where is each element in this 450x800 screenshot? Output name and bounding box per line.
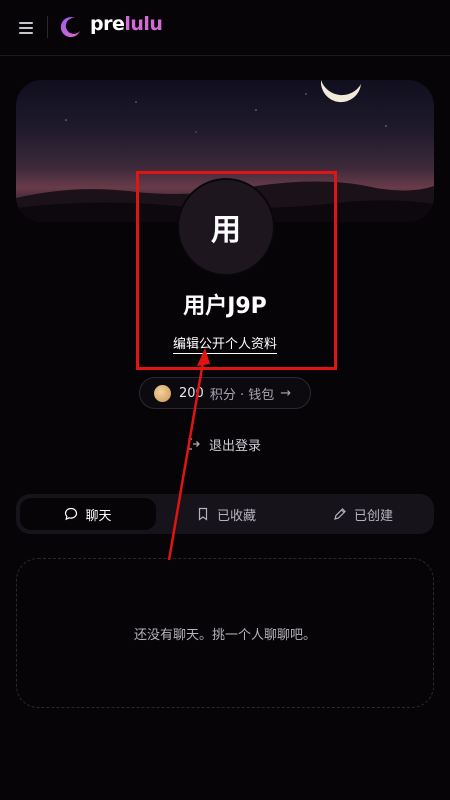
hamburger-menu-icon[interactable] <box>16 18 36 38</box>
points-label: 积分 · 钱包 <box>209 387 275 403</box>
logout-icon <box>188 438 200 450</box>
coin-icon <box>154 384 171 402</box>
tab-chat-label: 聊天 <box>85 508 112 524</box>
profile-tabs: 聊天 已收藏 已创建 <box>16 494 434 534</box>
annotation-highlight-box <box>136 171 337 370</box>
header-divider <box>47 16 48 38</box>
empty-state-message: 还没有聊天。挑一个人聊聊吧。 <box>133 627 316 643</box>
tab-bookmarked[interactable]: 已收藏 <box>158 498 294 530</box>
moon-logo-icon <box>60 17 80 38</box>
logo-text-lulu: lulu <box>124 13 163 35</box>
top-bar: prelulu <box>0 0 450 56</box>
pen-icon <box>334 508 346 520</box>
tab-created[interactable]: 已创建 <box>296 498 430 530</box>
logout-button[interactable]: 退出登录 <box>187 434 261 454</box>
arrow-right-icon: → <box>280 385 292 401</box>
logo-text-pre: pre <box>90 13 125 35</box>
chat-empty-state: 还没有聊天。挑一个人聊聊吧。 <box>16 558 434 708</box>
tab-chat[interactable]: 聊天 <box>20 498 156 530</box>
logout-label: 退出登录 <box>209 438 262 454</box>
tab-created-label: 已创建 <box>353 508 393 524</box>
bookmark-icon <box>198 507 208 521</box>
points-value: 200 <box>179 385 204 401</box>
tab-bookmarked-label: 已收藏 <box>216 508 256 524</box>
brand-logo[interactable]: prelulu <box>90 13 163 35</box>
chat-bubble-icon <box>65 507 78 521</box>
points-wallet-button[interactable]: 200 积分 · 钱包 → <box>139 377 311 409</box>
